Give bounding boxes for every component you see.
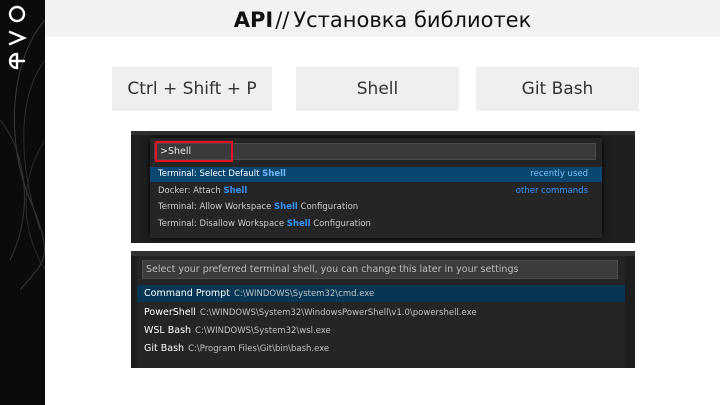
command-palette: >Shell Terminal: Select Default Shell re… [150,138,602,238]
shell-picker-screenshot: Select your preferred terminal shell, yo… [131,251,635,368]
command-item-badge: recently used [530,169,588,179]
command-item-allow-workspace-shell[interactable]: Terminal: Allow Workspace Shell Configur… [150,200,602,215]
shell-option-path: C:\WINDOWS\System32\wsl.exe [195,326,331,336]
command-item-select-default-shell[interactable]: Terminal: Select Default Shell recently … [150,167,602,182]
command-item-match: Shell [223,186,248,196]
command-item-docker-attach-shell[interactable]: Docker: Attach Shell other commands [150,184,602,199]
shell-option-path: C:\WINDOWS\System32\WindowsPowerShell\v1… [199,308,477,318]
shell-option-wsl-bash[interactable]: WSL Bash C:\WINDOWS\System32\wsl.exe [137,322,625,339]
tag-shell: Shell [296,67,459,111]
slide-header: API//Установка библиотек [45,0,720,37]
command-item-text: Docker: Attach [158,186,224,196]
command-palette-input[interactable]: >Shell [154,141,596,162]
header-api: API [233,8,274,32]
command-palette-screenshot: >Shell Terminal: Select Default Shell re… [131,131,635,243]
shell-option-name: Command Prompt [144,288,230,299]
command-item-disallow-workspace-shell[interactable]: Terminal: Disallow Workspace Shell Confi… [150,217,602,232]
tag-git-bash: Git Bash [476,67,639,111]
command-item-suffix: Configuration [297,202,359,212]
command-item-match: Shell [286,219,311,229]
command-item-text: Terminal: Select Default [158,169,263,179]
shell-option-path: C:\Program Files\Git\bin\bash.exe [188,344,330,354]
header-separator: // [275,8,290,32]
shell-option-name: PowerShell [144,307,196,318]
shell-option-powershell[interactable]: PowerShell C:\WINDOWS\System32\WindowsPow… [137,304,625,321]
shell-option-name: WSL Bash [144,325,192,336]
tag-ctrl-shift-p: Ctrl + Shift + P [112,67,272,111]
shell-picker: Select your preferred terminal shell, yo… [137,256,625,368]
evo-logo-icon [8,5,28,70]
page-title: Установка библиотек [293,8,532,32]
shell-option-command-prompt[interactable]: Command Prompt C:\WINDOWS\System32\cmd.ex… [137,285,625,302]
shell-option-git-bash[interactable]: Git Bash C:\Program Files\Git\bin\bash.ex… [137,340,625,357]
command-item-text: Terminal: Disallow Workspace [158,219,287,229]
window-topbar [131,131,635,135]
command-input-value: >Shell [160,146,192,157]
command-item-match: Shell [262,169,286,179]
shell-picker-input[interactable]: Select your preferred terminal shell, yo… [142,260,618,279]
command-item-badge: other commands [515,186,588,196]
shell-option-name: Git Bash [144,343,185,354]
command-item-suffix: Configuration [310,219,371,229]
brand-strip [0,0,45,405]
command-item-text: Terminal: Allow Workspace [158,202,275,212]
shell-option-path: C:\WINDOWS\System32\cmd.exe [233,289,375,299]
command-item-match: Shell [274,202,298,212]
